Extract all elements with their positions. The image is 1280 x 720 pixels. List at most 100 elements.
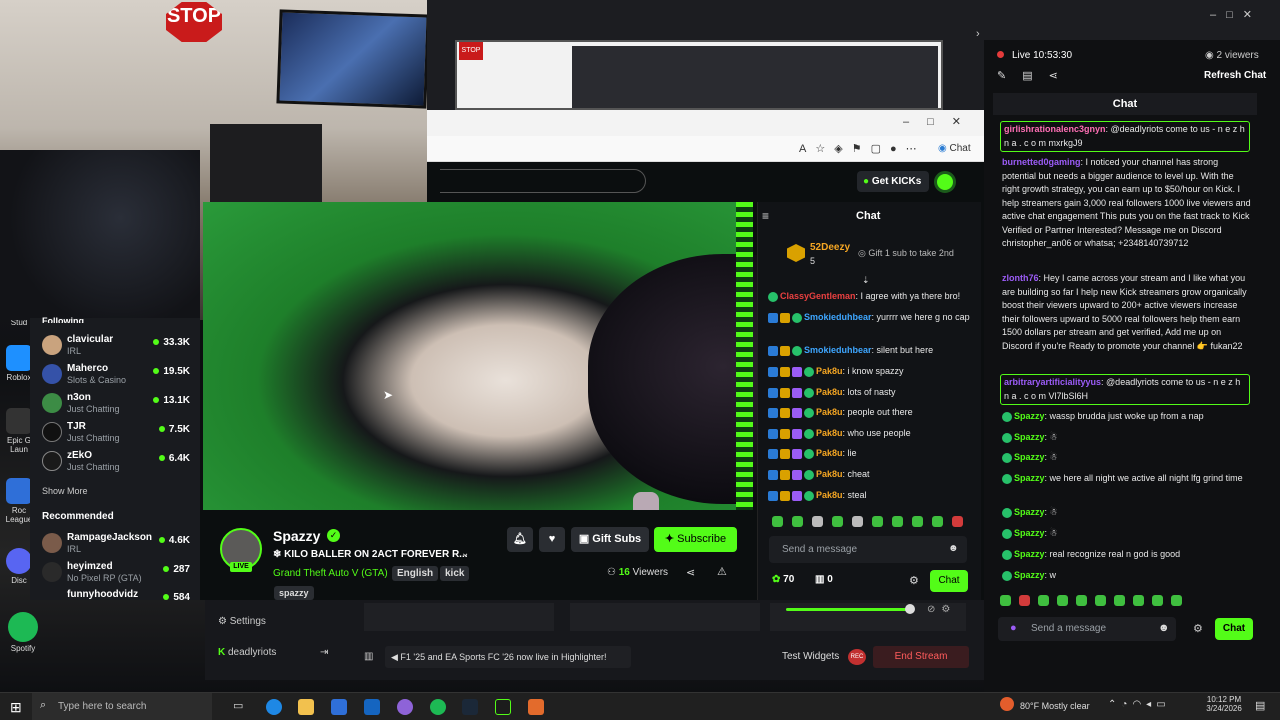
emote-icon[interactable] xyxy=(892,516,903,527)
volume-slider-handle[interactable] xyxy=(905,604,915,614)
expand-title-icon[interactable]: ⌄ xyxy=(461,548,469,559)
chat-username[interactable]: Pak8u xyxy=(816,490,843,500)
chat-username[interactable]: Spazzy xyxy=(1014,452,1045,462)
chat-username[interactable]: Smokieduhbear xyxy=(804,312,872,322)
clock[interactable]: 10:12 PM 3/24/2026 xyxy=(1206,695,1242,713)
edit-icon[interactable]: ✎ xyxy=(997,70,1022,82)
following-item[interactable]: clavicular IRL 33.3K xyxy=(40,333,192,361)
emote-icon[interactable] xyxy=(1171,595,1182,606)
collections-icon[interactable]: ▢ xyxy=(871,143,890,155)
refresh-chat-button[interactable]: Refresh Chat xyxy=(1204,70,1266,81)
task-view-icon[interactable]: ▭ xyxy=(233,699,249,715)
share-icon[interactable]: ⋖ xyxy=(1049,70,1074,82)
store-icon[interactable] xyxy=(331,699,347,715)
tag[interactable]: kick xyxy=(440,566,470,581)
channel-name[interactable]: Spazzy xyxy=(273,528,320,544)
obs-account[interactable]: K deadlyriots xyxy=(218,647,276,658)
profile-icon[interactable]: ● xyxy=(890,143,906,155)
chat-username[interactable]: Spazzy xyxy=(1014,432,1045,442)
maximize-icon[interactable]: □ xyxy=(927,116,952,128)
file-explorer-icon[interactable] xyxy=(298,699,314,715)
chat-username[interactable]: Pak8u xyxy=(816,469,843,479)
edge-taskbar-icon[interactable] xyxy=(266,699,282,715)
emote-icon[interactable] xyxy=(1038,595,1049,606)
chat-username[interactable]: ClassyGentleman xyxy=(780,291,856,301)
more-icon[interactable]: ⋯ xyxy=(906,143,926,155)
volume-icon[interactable]: ◂ xyxy=(1146,699,1156,710)
emote-icon[interactable] xyxy=(872,516,883,527)
panel-chat-input[interactable]: ● Send a message ☻ xyxy=(998,617,1176,641)
panel-collapse-icon[interactable]: › xyxy=(976,28,980,40)
network-icon[interactable]: ◔ xyxy=(1121,699,1132,710)
extension-icon[interactable]: ◈ xyxy=(834,143,851,155)
user-avatar[interactable] xyxy=(934,171,956,193)
spotify-taskbar-icon[interactable] xyxy=(430,699,446,715)
emote-icon[interactable] xyxy=(952,516,963,527)
chat-username[interactable]: Spazzy xyxy=(1014,473,1045,483)
report-icon[interactable]: ⚠ xyxy=(717,565,727,578)
emote-icon[interactable] xyxy=(852,516,863,527)
maximize-icon[interactable]: □ xyxy=(1226,9,1243,21)
tag[interactable]: spazzy xyxy=(274,586,314,600)
emote-icon[interactable] xyxy=(1114,595,1125,606)
chat-username[interactable]: Pak8u xyxy=(816,407,843,417)
emote-icon[interactable] xyxy=(1019,595,1030,606)
emote-icon[interactable] xyxy=(1095,595,1106,606)
battery-icon[interactable]: ▭ xyxy=(1156,699,1170,710)
minimize-icon[interactable]: – xyxy=(903,116,927,128)
steam-icon[interactable] xyxy=(462,699,478,715)
chat-username[interactable]: arbitraryartificialityyus xyxy=(1004,377,1101,387)
gift-prompt[interactable]: ◎ Gift 1 sub to take 2nd xyxy=(858,248,954,259)
chat-username[interactable]: Smokieduhbear xyxy=(804,345,872,355)
following-item[interactable]: TJR Just Chatting 7.5K xyxy=(40,420,192,448)
following-item[interactable]: zEkO Just Chatting 6.4K xyxy=(40,449,192,477)
channel-points[interactable]: ✿ 70 xyxy=(772,574,794,585)
emote-icon[interactable] xyxy=(1076,595,1087,606)
minimize-icon[interactable]: – xyxy=(1210,9,1226,21)
collapse-chat-icon[interactable]: ≡ xyxy=(762,209,769,223)
weather-text[interactable]: 80°F Mostly clear xyxy=(1020,701,1090,711)
get-kicks-button[interactable]: ● Get KICKs xyxy=(857,171,929,192)
bookmark-icon[interactable]: ⚑ xyxy=(852,143,871,155)
chat-username[interactable]: Spazzy xyxy=(1014,549,1045,559)
emote-icon[interactable] xyxy=(1133,595,1144,606)
gift-subs-button[interactable]: ▣ Gift Subs xyxy=(571,527,649,552)
desktop-icon-spotify[interactable]: Spotify xyxy=(6,612,40,653)
chat-username[interactable]: Pak8u xyxy=(816,366,843,376)
test-widgets-button[interactable]: Test Widgets xyxy=(782,651,839,662)
emote-icon[interactable] xyxy=(932,516,943,527)
chat-username[interactable]: Pak8u xyxy=(816,428,843,438)
emote-icon[interactable] xyxy=(812,516,823,527)
chat-username[interactable]: zlonth76 xyxy=(1002,273,1039,283)
taskbar-search[interactable]: ⌕ Type here to search xyxy=(32,693,212,720)
stream-video[interactable] xyxy=(203,202,888,584)
chat-username[interactable]: Spazzy xyxy=(1014,528,1045,538)
copilot-taskbar-icon[interactable] xyxy=(397,699,413,715)
start-icon[interactable]: ⊞ xyxy=(10,699,22,716)
clip-icon[interactable]: ▤ xyxy=(1022,70,1048,82)
obs-taskbar-icon[interactable] xyxy=(495,699,511,715)
emote-icon[interactable] xyxy=(912,516,923,527)
emote-icon[interactable] xyxy=(1152,595,1163,606)
following-item[interactable]: n3on Just Chatting 13.1K xyxy=(40,391,192,419)
app-taskbar-icon[interactable] xyxy=(528,699,544,715)
emote-icon[interactable] xyxy=(832,516,843,527)
share-icon[interactable]: ⋖ xyxy=(686,566,695,579)
chat-username[interactable]: girlishrationalenc3gnyn xyxy=(1004,124,1106,134)
chat-settings-icon[interactable]: ⚙ xyxy=(909,574,919,587)
settings-icon[interactable]: ⚙ xyxy=(941,604,956,615)
scroll-down-icon[interactable]: ⇣ xyxy=(862,275,870,286)
rec-button[interactable]: REC xyxy=(848,649,866,665)
recommended-item[interactable]: heyimzed No Pixel RP (GTA) 287 xyxy=(40,560,192,588)
end-stream-button[interactable]: End Stream xyxy=(873,646,969,668)
tray-overflow-icon[interactable]: ⌃ xyxy=(1108,699,1121,710)
emote-icon[interactable] xyxy=(792,516,803,527)
notifications-icon[interactable]: ▤ xyxy=(1255,699,1265,712)
emote-icon[interactable] xyxy=(1057,595,1068,606)
chat-username[interactable]: Pak8u xyxy=(816,387,843,397)
mail-icon[interactable] xyxy=(364,699,380,715)
emote-icon[interactable] xyxy=(1000,595,1011,606)
chat-username[interactable]: Spazzy xyxy=(1014,507,1045,517)
mute-icon[interactable]: ⊘ xyxy=(927,604,941,615)
recommended-item[interactable]: RampageJackson IRL 4.6K xyxy=(40,531,192,559)
